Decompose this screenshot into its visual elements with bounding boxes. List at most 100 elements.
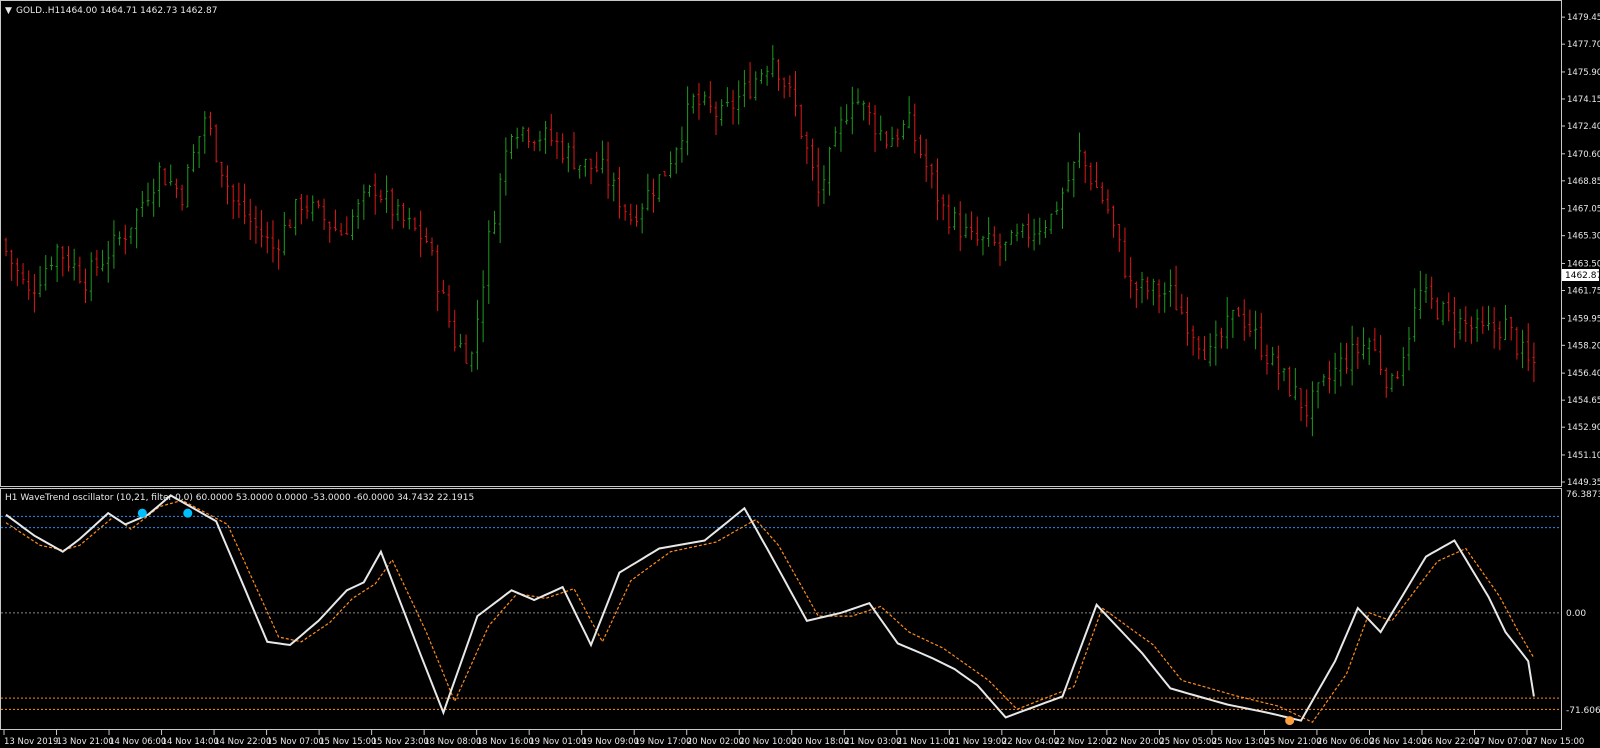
price-label: 1467.05: [1567, 205, 1600, 215]
candle: [987, 217, 991, 247]
candle: [419, 210, 423, 258]
candle: [1390, 373, 1394, 392]
candle: [328, 221, 332, 243]
candle: [368, 184, 372, 197]
candle: [1464, 306, 1468, 342]
price-label: 1470.60: [1567, 150, 1600, 160]
candle: [1015, 223, 1019, 242]
candle: [1072, 161, 1076, 198]
candle: [970, 211, 974, 240]
candle: [1316, 382, 1320, 409]
candle: [879, 115, 883, 141]
candle: [1418, 270, 1422, 319]
candle: [1526, 323, 1530, 371]
candle: [1532, 342, 1536, 383]
price-pane[interactable]: ▼ GOLD..H1 1464.00 1464.71 1462.73 1462.…: [0, 0, 1600, 489]
price-label: 1472.40: [1567, 122, 1600, 132]
wavetrend-lines: [5, 494, 1535, 726]
candle: [1100, 182, 1104, 204]
candle: [1486, 305, 1490, 331]
candle: [1430, 276, 1434, 309]
candle: [1049, 213, 1053, 235]
candle: [1305, 389, 1309, 428]
candle: [1509, 317, 1513, 341]
indicator-scale-zero: 0.00: [1566, 609, 1586, 619]
candle: [470, 351, 474, 372]
candle: [947, 194, 951, 235]
candle: [953, 206, 957, 231]
candle: [839, 106, 843, 152]
candle: [1288, 366, 1292, 397]
candlesticks: [4, 45, 1536, 437]
candle: [129, 227, 133, 245]
time-label: 25 Nov 13:00: [1212, 737, 1269, 747]
collapse-triangle-icon[interactable]: ▼: [5, 6, 12, 16]
candle: [481, 270, 485, 343]
candle: [583, 158, 587, 177]
candle: [55, 243, 59, 282]
candle: [669, 151, 673, 178]
candle: [1276, 345, 1280, 390]
time-axis[interactable]: 13 Nov 201913 Nov 21:0014 Nov 06:0014 No…: [3, 730, 1584, 747]
candle: [49, 256, 53, 271]
candle: [1373, 328, 1377, 352]
candle: [958, 201, 962, 252]
wt1-line: [5, 494, 1535, 722]
candle: [1441, 301, 1445, 326]
time-label: 19 Nov 17:00: [634, 737, 691, 747]
candle: [123, 224, 127, 255]
candle: [1112, 205, 1116, 238]
price-scale[interactable]: 1479.45 1477.70 1475.90 1474.15 1472.40 1470.…: [1561, 13, 1600, 488]
candle: [822, 165, 826, 204]
candle: [850, 86, 854, 135]
candle: [890, 126, 894, 147]
candle: [759, 68, 763, 84]
candle: [1197, 336, 1201, 360]
candle: [913, 103, 917, 154]
sell-signal-dot: [1285, 716, 1295, 726]
candle: [61, 246, 65, 277]
candle: [1185, 297, 1189, 346]
trading-chart[interactable]: ▼ GOLD..H1 1464.00 1464.71 1462.73 1462.…: [0, 0, 1600, 748]
candle: [208, 111, 212, 136]
price-label: 1463.50: [1567, 259, 1600, 269]
candle: [782, 77, 786, 99]
candle: [1038, 217, 1042, 245]
time-label: 21 Nov 11:00: [897, 737, 954, 747]
candle: [492, 210, 496, 235]
candle: [498, 173, 502, 244]
candle: [1396, 370, 1400, 380]
candle: [231, 184, 235, 220]
candle: [1293, 367, 1297, 401]
candle: [555, 131, 559, 160]
candle: [924, 138, 928, 183]
candle: [680, 126, 684, 163]
candle: [72, 248, 76, 281]
time-label: 13 Nov 21:00: [57, 737, 114, 747]
candle: [4, 237, 8, 257]
indicator-pane[interactable]: H1 WaveTrend oscillator (10,21, filter 0…: [0, 488, 1600, 730]
candle: [135, 208, 139, 249]
candle: [157, 162, 161, 208]
candle: [169, 164, 173, 186]
candle: [180, 184, 184, 211]
candle: [1447, 292, 1451, 322]
candle: [1282, 367, 1286, 382]
candle: [89, 252, 93, 302]
symbol-label: GOLD..H1: [16, 6, 60, 16]
candle: [1367, 337, 1371, 365]
candle: [918, 134, 922, 159]
candle: [1515, 326, 1519, 360]
candle: [1117, 223, 1121, 253]
candle: [441, 279, 445, 294]
candle: [243, 183, 247, 225]
candle: [708, 81, 712, 114]
candle: [1021, 223, 1025, 238]
candle: [737, 80, 741, 125]
candle: [413, 217, 417, 232]
time-label: 26 Nov 22:00: [1422, 737, 1479, 747]
candle: [402, 202, 406, 229]
candle: [742, 69, 746, 108]
candle: [1322, 374, 1326, 387]
indicator-levels: [1, 515, 1561, 710]
